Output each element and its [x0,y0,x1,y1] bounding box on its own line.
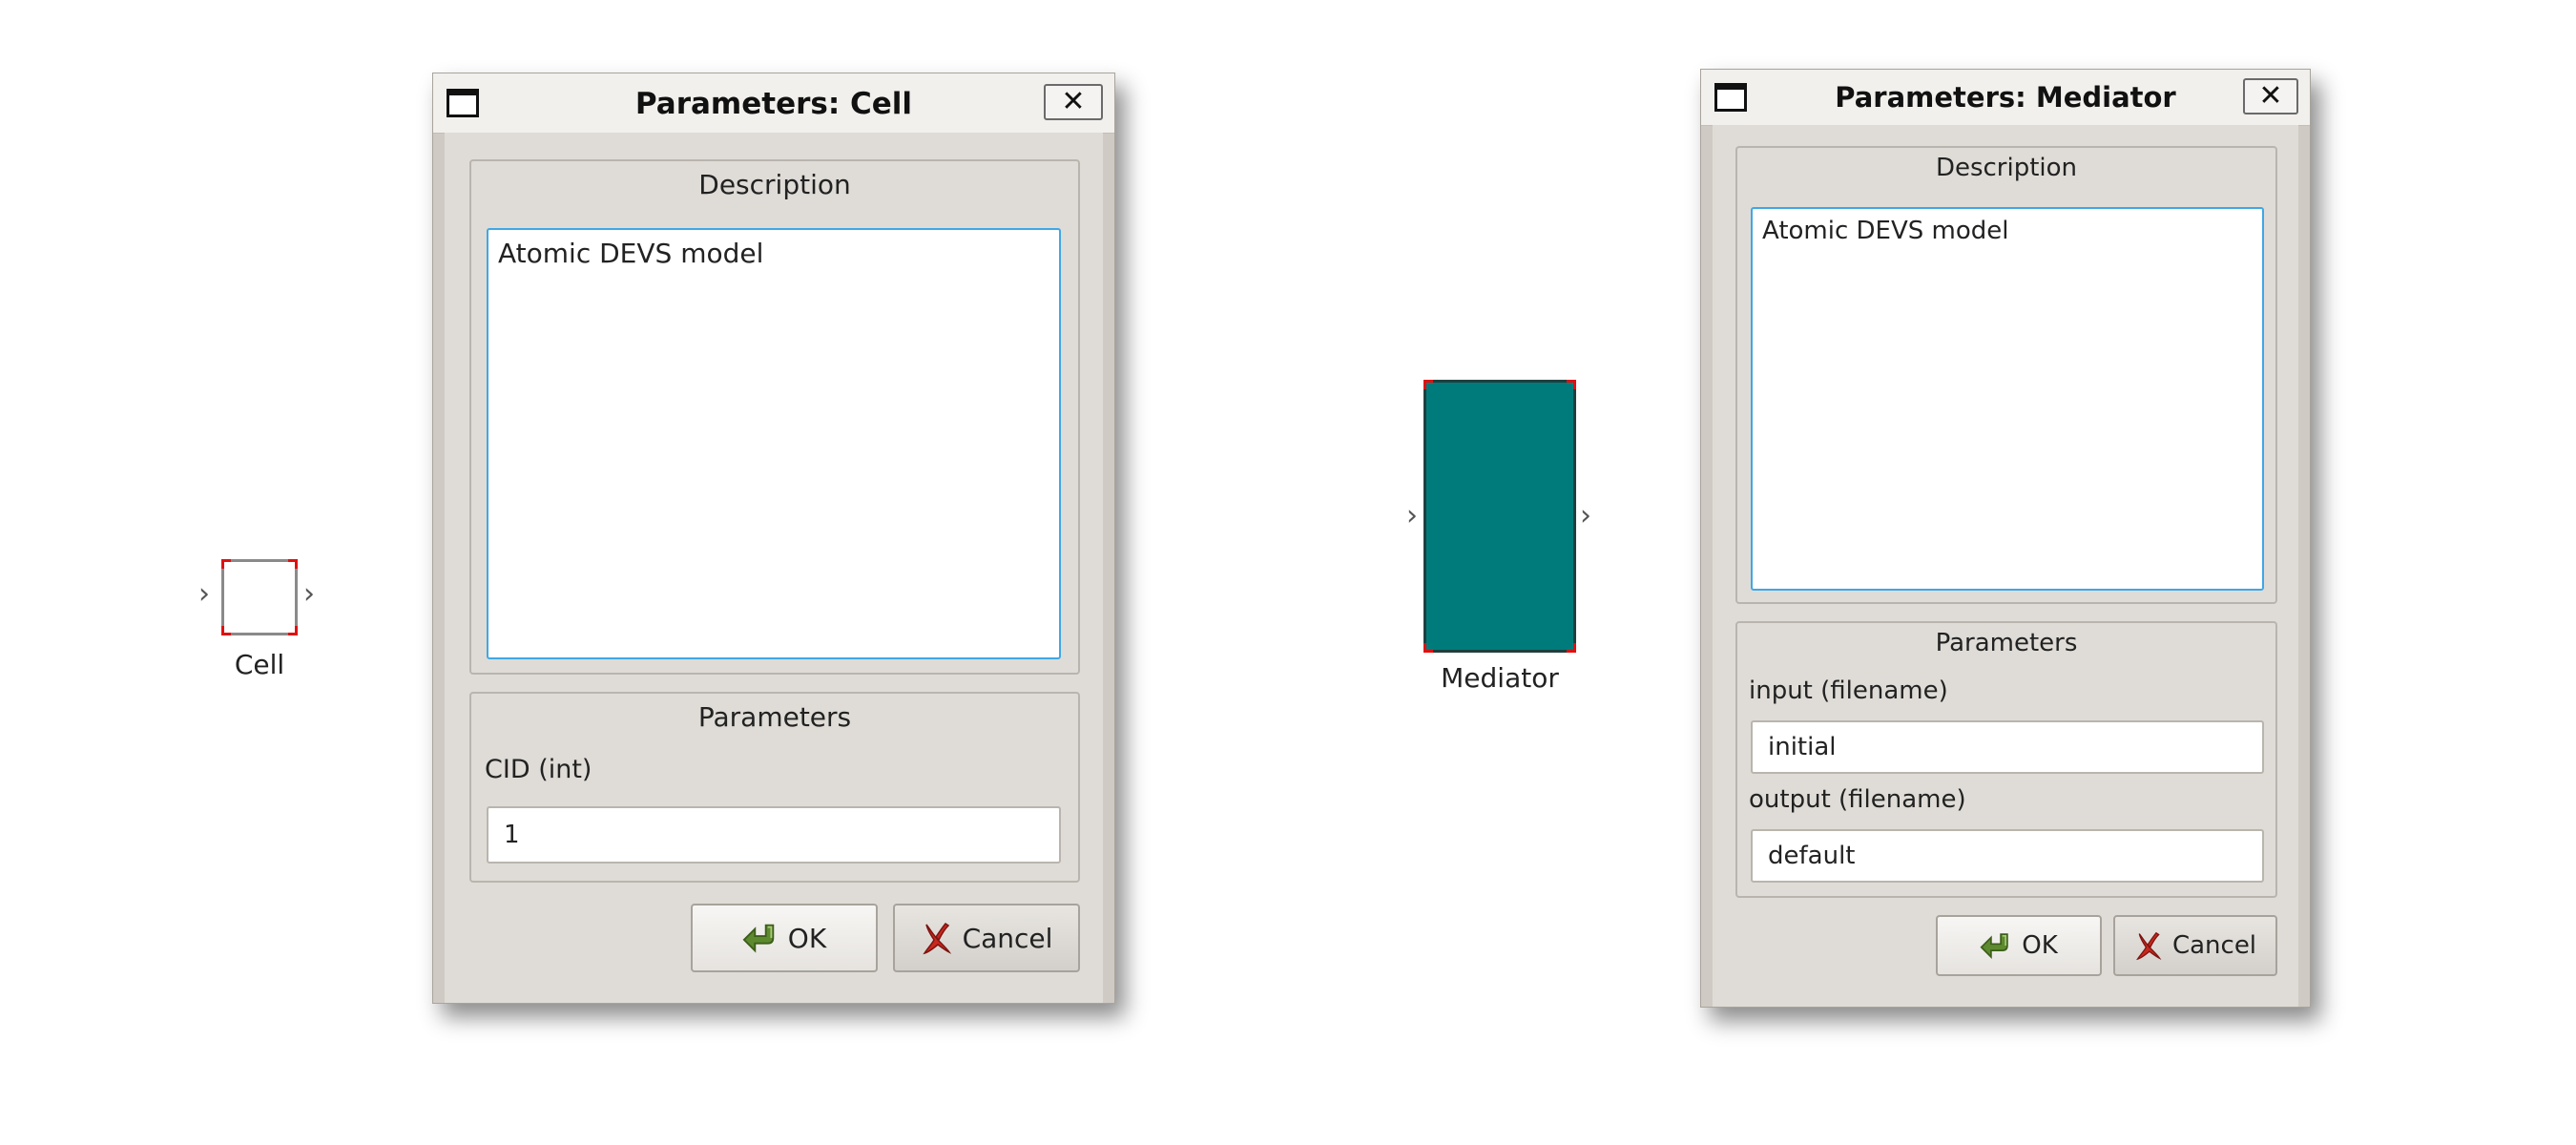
cancel-button-label: Cancel [962,922,1053,954]
cell-block[interactable] [221,559,298,635]
output-filename-label: output (filename) [1749,785,1966,814]
description-group-title: Description [698,169,851,200]
dialog-titlebar[interactable]: Parameters: Cell ✕ [433,73,1114,134]
cancel-button[interactable]: Cancel [893,904,1080,972]
cell-parameters-dialog: Parameters: Cell ✕ Description Atomic DE… [432,73,1115,1004]
output-port-arrow-icon[interactable]: › [303,580,315,609]
mediator-parameters-dialog: Parameters: Mediator ✕ Description Atomi… [1700,69,2311,1008]
dialog-title: Parameters: Cell [634,87,913,121]
description-textarea[interactable]: Atomic DEVS model [1751,207,2264,591]
description-group: Description Atomic DEVS model [1735,146,2277,604]
close-button[interactable]: ✕ [1044,84,1103,120]
selection-handle[interactable] [221,626,231,635]
description-group-title: Description [1935,154,2078,182]
output-filename-field[interactable]: default [1751,829,2264,883]
selection-handle[interactable] [221,559,231,569]
selection-handle[interactable] [1567,643,1576,653]
close-button[interactable]: ✕ [2243,78,2298,114]
input-port-arrow-icon[interactable]: › [198,580,210,609]
cell-block-label: Cell [234,649,285,680]
selection-handle[interactable] [288,626,298,635]
ok-arrow-icon [1980,933,2008,959]
selection-handle[interactable] [1423,643,1433,653]
parameters-group-title: Parameters [1935,629,2078,657]
selection-handle[interactable] [288,559,298,569]
cancel-x-icon [922,922,951,955]
ok-arrow-icon [742,924,775,953]
parameters-group: Parameters input (filename) initial outp… [1735,621,2277,898]
description-group: Description Atomic DEVS model [469,159,1080,675]
ok-button-label: OK [787,922,827,954]
mediator-block[interactable] [1423,380,1576,653]
dialog-title: Parameters: Mediator [1835,81,2176,114]
cancel-button-label: Cancel [2171,931,2257,960]
input-filename-label: input (filename) [1749,677,1948,705]
parameters-group: Parameters CID (int) 1 [469,692,1080,883]
mediator-block-label: Mediator [1441,662,1559,694]
ok-button[interactable]: OK [691,904,878,972]
ok-button-label: OK [2022,931,2058,960]
output-port-arrow-icon[interactable]: › [1580,502,1591,531]
cancel-x-icon [2135,931,2162,961]
dialog-titlebar[interactable]: Parameters: Mediator ✕ [1701,70,2310,126]
selection-handle[interactable] [1423,380,1433,389]
input-port-arrow-icon[interactable]: › [1406,502,1418,531]
selection-handle[interactable] [1567,380,1576,389]
parameters-group-title: Parameters [697,701,852,733]
cid-input[interactable]: 1 [487,806,1061,864]
input-filename-field[interactable]: initial [1751,720,2264,774]
cancel-button[interactable]: Cancel [2113,915,2277,976]
ok-button[interactable]: OK [1936,915,2102,976]
cid-field-label: CID (int) [485,755,592,784]
dialog-body: Description Atomic DEVS model Parameters… [1713,125,2298,1007]
description-textarea[interactable]: Atomic DEVS model [487,228,1061,659]
dialog-body: Description Atomic DEVS model Parameters… [445,133,1103,1003]
